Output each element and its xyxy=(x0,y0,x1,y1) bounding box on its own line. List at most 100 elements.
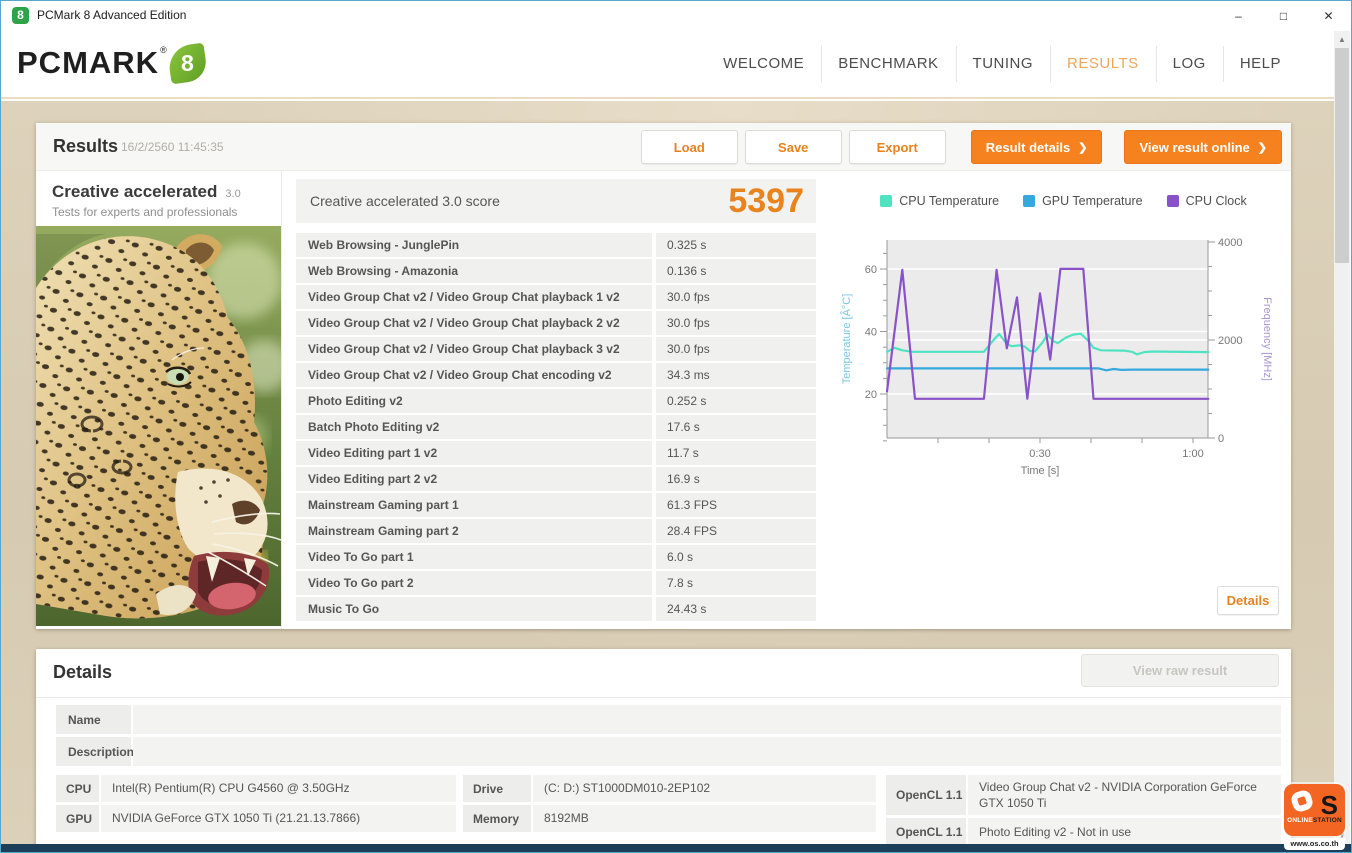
table-row: Video Group Chat v2 / Video Group Chat e… xyxy=(296,363,816,387)
test-name: Mainstream Gaming part 2 xyxy=(296,519,652,543)
test-name: Web Browsing - Amazonia xyxy=(296,259,652,283)
table-row: Video To Go part 1 6.0 s xyxy=(296,545,816,569)
test-name: Web Browsing - JunglePin xyxy=(296,233,652,257)
sys-value: 8192MB xyxy=(533,805,876,832)
watermark-brand: ONLINESTATION xyxy=(1287,817,1342,824)
sys-value: NVIDIA GeForce GTX 1050 Ti (21.21.13.786… xyxy=(101,805,456,832)
registered-mark: ® xyxy=(160,45,167,55)
nav-item-log[interactable]: LOG xyxy=(1155,31,1223,97)
load-button[interactable]: Load xyxy=(640,130,738,164)
close-icon[interactable]: ✕ xyxy=(1306,1,1351,31)
results-header: Results 16/2/2560 11:45:35 Load Save Exp… xyxy=(36,123,1291,171)
chart-panel: CPU Temperature GPU Temperature CPU Clock … xyxy=(836,171,1291,629)
online-station-logo: S ONLINESTATION xyxy=(1284,784,1345,836)
svg-text:Frequency [MHz]: Frequency [MHz] xyxy=(1261,297,1273,381)
minimize-icon[interactable]: – xyxy=(1216,1,1261,31)
test-value: 7.8 s xyxy=(656,571,816,595)
sys-row: OpenCL 1.1 Photo Editing v2 - Not in use xyxy=(886,818,1281,846)
test-name: Video Group Chat v2 / Video Group Chat p… xyxy=(296,311,652,335)
leopard-image xyxy=(36,226,281,626)
score-box: Creative accelerated 3.0 score 5397 xyxy=(296,179,816,223)
test-value: 34.3 ms xyxy=(656,363,816,387)
results-toolbar: Load Save Export Result details ❯ View r… xyxy=(640,130,1282,164)
svg-text:2000: 2000 xyxy=(1218,335,1242,347)
chevron-right-icon: ❯ xyxy=(1078,141,1088,154)
logo-text: PCMARK xyxy=(17,45,160,80)
nav-item-benchmark[interactable]: BENCHMARK xyxy=(821,31,955,97)
meta-label: Description xyxy=(56,737,134,766)
maximize-icon[interactable]: □ xyxy=(1261,1,1306,31)
nav-item-tuning[interactable]: TUNING xyxy=(955,31,1051,97)
test-value: 30.0 fps xyxy=(656,311,816,335)
view-raw-result-button[interactable]: View raw result xyxy=(1081,654,1279,687)
svg-text:40: 40 xyxy=(865,327,877,339)
main-nav: WELCOME BENCHMARK TUNING RESULTS LOG HELP xyxy=(706,31,1298,97)
results-table: Web Browsing - JunglePin 0.325 s Web Brows… xyxy=(296,233,816,623)
result-timestamp: 16/2/2560 11:45:35 xyxy=(121,140,224,154)
online-station-watermark: S ONLINESTATION www.os.co.th xyxy=(1284,784,1345,850)
details-meta: Name Description xyxy=(56,705,1281,769)
test-name: Batch Photo Editing v2 xyxy=(296,415,652,439)
benchmark-version: 3.0 xyxy=(225,188,241,200)
test-name: Music To Go xyxy=(296,597,652,621)
sys-row: Drive (C: D:) ST1000DM010-2EP102 xyxy=(463,775,876,802)
chevron-right-icon: ❯ xyxy=(1257,141,1267,154)
legend-swatch xyxy=(1166,195,1179,207)
system-info-opencl: OpenCL 1.1 Video Group Chat v2 - NVIDIA C… xyxy=(886,775,1281,846)
legend-label: GPU Temperature xyxy=(1042,194,1143,208)
meta-value xyxy=(133,737,1281,766)
chart-details-button[interactable]: Details xyxy=(1217,586,1279,615)
sys-label: Memory xyxy=(463,805,531,832)
app-window: 8 PCMark 8 Advanced Edition – □ ✕ PCMARK… xyxy=(0,0,1352,853)
test-name: Video Group Chat v2 / Video Group Chat p… xyxy=(296,337,652,361)
svg-text:0:30: 0:30 xyxy=(1029,448,1050,460)
system-info-mid: Drive (C: D:) ST1000DM010-2EP102 Memory 819… xyxy=(463,775,876,835)
benchmark-name: Creative accelerated 3.0 xyxy=(52,182,241,201)
sys-label: CPU xyxy=(56,775,99,802)
table-row: Video Group Chat v2 / Video Group Chat p… xyxy=(296,285,816,309)
meta-label: Name xyxy=(56,705,131,734)
view-result-online-button[interactable]: View result online ❯ xyxy=(1124,130,1282,164)
results-title: Results xyxy=(53,136,119,156)
save-button[interactable]: Save xyxy=(744,130,842,164)
test-name: Mainstream Gaming part 1 xyxy=(296,493,652,517)
nav-item-help[interactable]: HELP xyxy=(1222,31,1298,97)
sys-label: Drive xyxy=(463,775,531,802)
sys-row: CPU Intel(R) Pentium(R) CPU G4560 @ 3.50G… xyxy=(56,775,456,802)
results-card: Results 16/2/2560 11:45:35 Load Save Exp… xyxy=(36,123,1291,629)
sys-label: OpenCL 1.1 xyxy=(886,775,966,816)
table-row: Video Editing part 1 v2 11.7 s xyxy=(296,441,816,465)
watermark-url: www.os.co.th xyxy=(1284,838,1345,850)
benchmark-subtitle: Tests for experts and professionals xyxy=(52,205,238,219)
sys-label: OpenCL 1.1 xyxy=(886,818,966,846)
sys-row: GPU NVIDIA GeForce GTX 1050 Ti (21.21.13.… xyxy=(56,805,456,832)
meta-row: Name xyxy=(56,705,1281,734)
score-value: 5397 xyxy=(728,181,804,220)
details-card: Details View raw result Name Description … xyxy=(36,649,1291,846)
svg-text:20: 20 xyxy=(865,389,877,401)
export-button[interactable]: Export xyxy=(848,130,946,164)
app-icon: 8 xyxy=(12,7,29,24)
table-row: Video To Go part 2 7.8 s xyxy=(296,571,816,595)
svg-text:60: 60 xyxy=(865,264,877,276)
sys-row: OpenCL 1.1 Video Group Chat v2 - NVIDIA C… xyxy=(886,775,1281,816)
score-panel: Creative accelerated 3.0 score 5397 Web … xyxy=(296,171,816,629)
window-controls: – □ ✕ xyxy=(1216,1,1351,31)
test-value: 0.136 s xyxy=(656,259,816,283)
details-title: Details xyxy=(53,662,113,682)
nav-item-results[interactable]: RESULTS xyxy=(1050,31,1156,97)
sys-label: GPU xyxy=(56,805,99,832)
vertical-scrollbar[interactable]: ▲ ▼ xyxy=(1334,31,1350,844)
scrollbar-thumb[interactable] xyxy=(1335,48,1349,263)
nav-item-welcome[interactable]: WELCOME xyxy=(706,31,821,97)
result-details-button[interactable]: Result details ❯ xyxy=(970,130,1103,164)
test-value: 0.252 s xyxy=(656,389,816,413)
test-name: Video To Go part 1 xyxy=(296,545,652,569)
test-name: Video Group Chat v2 / Video Group Chat e… xyxy=(296,363,652,387)
table-row: Web Browsing - Amazonia 0.136 s xyxy=(296,259,816,283)
table-row: Music To Go 24.43 s xyxy=(296,597,816,621)
scroll-up-icon[interactable]: ▲ xyxy=(1334,31,1350,48)
performance-chart: 20 40 60 0 2000 4000 0:30 1:00 Temperature [Â°C]… xyxy=(840,237,1273,477)
svg-text:Temperature [Â°C]: Temperature [Â°C] xyxy=(840,294,853,385)
test-value: 16.9 s xyxy=(656,467,816,491)
